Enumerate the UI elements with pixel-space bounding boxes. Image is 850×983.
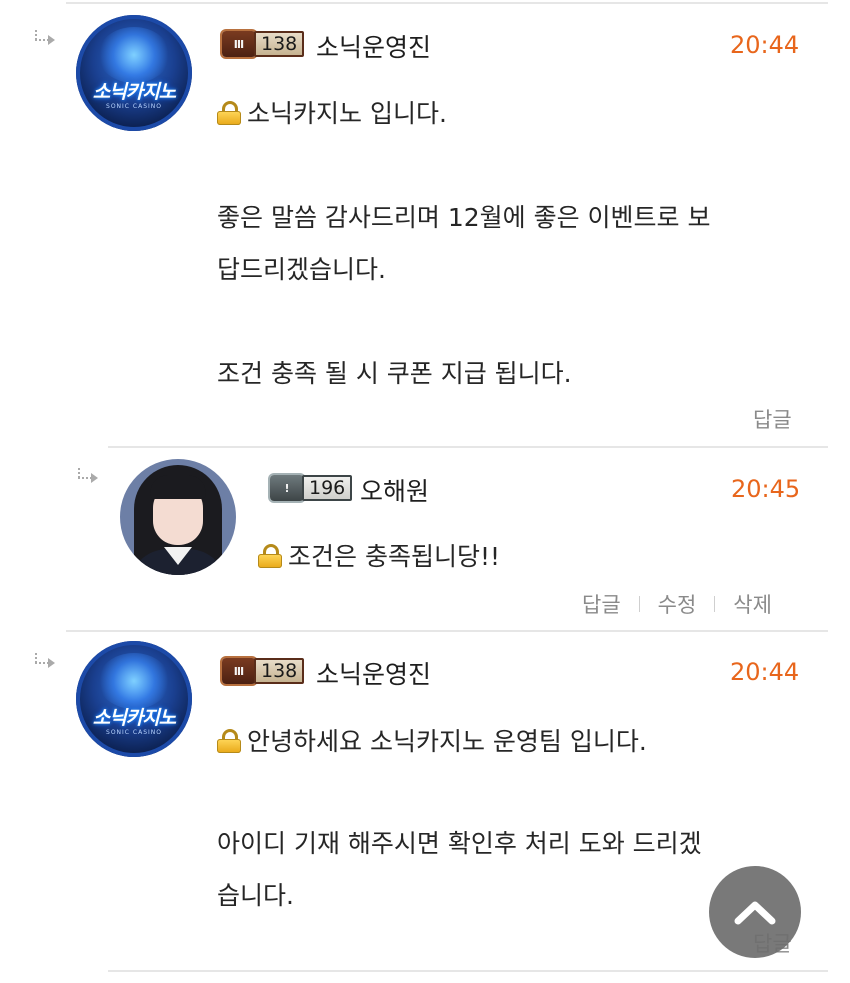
author-name[interactable]: 소닉운영진 <box>316 28 431 64</box>
delete-button[interactable]: 삭제 <box>733 589 772 619</box>
comment-line: 습니다. <box>217 881 294 910</box>
author-name[interactable]: 소닉운영진 <box>316 655 431 691</box>
comment-line: 안녕하세요 소닉카지노 운영팀 입니다. <box>217 722 647 758</box>
comment-line: 아이디 기재 해주시면 확인후 처리 도와 드리겠 <box>217 829 702 858</box>
level-number: 196 <box>302 475 353 501</box>
reply-button[interactable]: 답글 <box>582 589 621 619</box>
rank-emblem-icon: Ⅲ <box>222 31 256 57</box>
lock-icon <box>217 729 241 753</box>
avatar-logo-text: 소닉카지노 <box>92 707 176 729</box>
comment-line: 조건은 충족됩니당!! <box>258 537 500 573</box>
action-separator <box>638 596 640 612</box>
comment-text: 소닉카지노 입니다. <box>247 99 447 128</box>
avatar[interactable]: 소닉카지노 SONIC CASINO <box>76 15 192 131</box>
reply-arrow-icon <box>76 468 100 483</box>
lock-icon <box>258 544 282 568</box>
comment-time: 20:45 <box>731 475 801 503</box>
level-badge: ! 196 <box>270 474 353 502</box>
comment-text: 안녕하세요 소닉카지노 운영팀 입니다. <box>247 727 647 756</box>
comment-time: 20:44 <box>730 31 800 59</box>
rank-emblem-icon: ! <box>270 475 304 501</box>
avatar[interactable] <box>120 459 236 575</box>
divider <box>66 630 828 632</box>
divider <box>108 970 828 972</box>
comment-text: 조건은 충족됩니당!! <box>288 542 500 571</box>
divider <box>66 2 828 4</box>
comment-line: 답드리겠습니다. <box>217 255 386 284</box>
avatar-logo-subtext: SONIC CASINO <box>106 103 162 110</box>
comment-time: 20:44 <box>730 658 800 686</box>
avatar-logo-subtext: SONIC CASINO <box>106 729 162 736</box>
chevron-up-icon <box>734 901 776 925</box>
edit-button[interactable]: 수정 <box>658 589 697 619</box>
level-number: 138 <box>254 31 305 57</box>
comment-actions: 답글 <box>753 404 792 434</box>
comment-line: 소닉카지노 입니다. <box>217 94 447 130</box>
avatar-logo-text: 소닉카지노 <box>92 81 176 103</box>
scroll-top-button[interactable] <box>709 866 801 958</box>
reply-arrow-icon <box>33 30 57 45</box>
comment-line: 조건 충족 될 시 쿠폰 지급 됩니다. <box>217 359 572 388</box>
divider <box>108 446 828 448</box>
rank-emblem-icon: Ⅲ <box>222 658 256 684</box>
reply-arrow-icon <box>33 653 57 668</box>
lock-icon <box>217 101 241 125</box>
comment-line: 좋은 말씀 감사드리며 12월에 좋은 이벤트로 보 <box>217 203 711 232</box>
comment-actions: 답글 수정 삭제 <box>582 589 772 619</box>
author-name[interactable]: 오해원 <box>360 472 429 508</box>
level-number: 138 <box>254 658 305 684</box>
level-badge: Ⅲ 138 <box>222 657 305 685</box>
action-separator <box>714 596 716 612</box>
level-badge: Ⅲ 138 <box>222 30 305 58</box>
avatar[interactable]: 소닉카지노 SONIC CASINO <box>76 641 192 757</box>
reply-button[interactable]: 답글 <box>753 404 792 434</box>
